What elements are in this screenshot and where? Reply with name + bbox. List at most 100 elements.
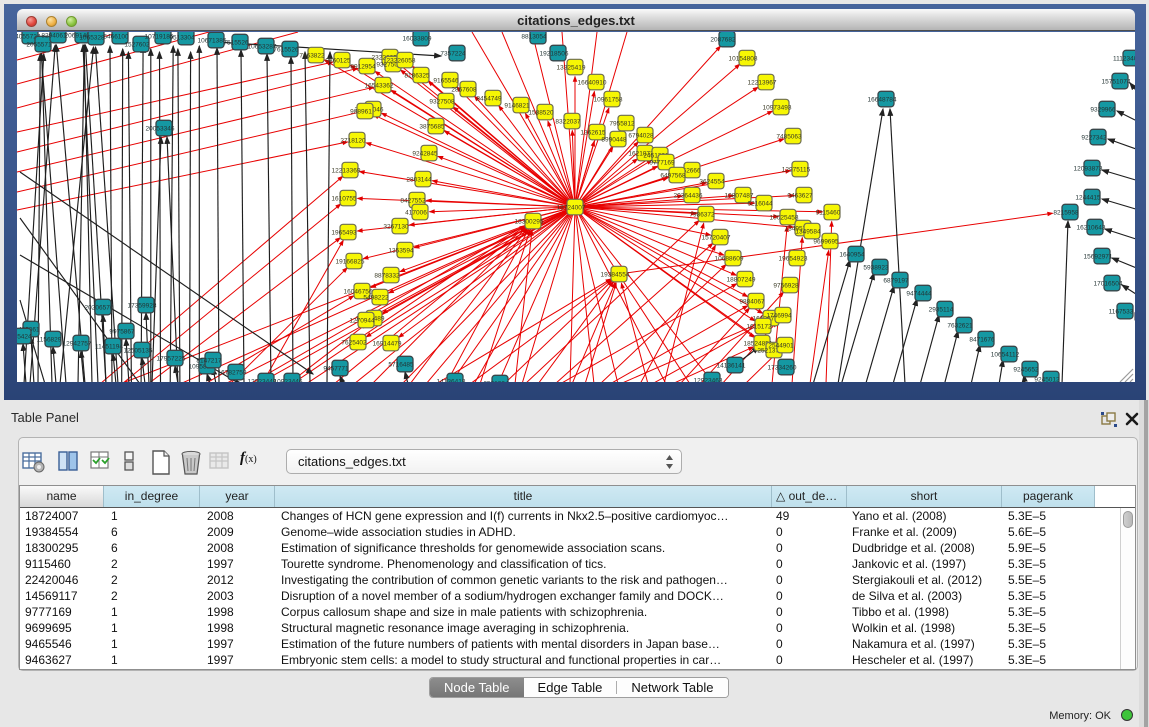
svg-text:17359928: 17359928 bbox=[128, 303, 157, 310]
svg-text:18807249: 18807249 bbox=[727, 277, 756, 284]
svg-text:9146821: 9146821 bbox=[504, 103, 530, 110]
svg-text:9227342: 9227342 bbox=[1081, 135, 1107, 142]
svg-text:10961758: 10961758 bbox=[594, 97, 623, 104]
svg-text:20206576: 20206576 bbox=[85, 305, 114, 312]
svg-text:14136418: 14136418 bbox=[437, 379, 466, 383]
svg-text:1156829: 1156829 bbox=[37, 337, 62, 344]
svg-text:17334260: 17334260 bbox=[768, 365, 797, 372]
svg-text:8454749: 8454749 bbox=[476, 96, 502, 103]
svg-text:10025458: 10025458 bbox=[770, 215, 799, 222]
svg-text:16914479: 16914479 bbox=[373, 341, 402, 348]
svg-text:7625402: 7625402 bbox=[341, 340, 367, 347]
svg-text:1349584: 1349584 bbox=[795, 229, 821, 236]
svg-text:10807487: 10807487 bbox=[725, 193, 754, 200]
svg-text:9777169: 9777169 bbox=[649, 160, 675, 167]
svg-text:9699695: 9699695 bbox=[813, 239, 839, 246]
svg-text:5938923: 5938923 bbox=[863, 265, 889, 272]
svg-text:10973493: 10973493 bbox=[763, 105, 792, 112]
svg-text:2055571: 2055571 bbox=[26, 42, 52, 49]
svg-text:12942757: 12942757 bbox=[63, 341, 92, 348]
svg-text:9242845: 9242845 bbox=[412, 151, 438, 158]
svg-text:16210643: 16210643 bbox=[1077, 225, 1106, 232]
svg-text:6216044: 6216044 bbox=[747, 201, 773, 208]
svg-text:5498222: 5498222 bbox=[363, 295, 389, 302]
svg-text:6879197: 6879197 bbox=[883, 278, 909, 285]
svg-text:1610755: 1610755 bbox=[331, 196, 357, 203]
svg-text:9115460: 9115460 bbox=[816, 210, 841, 217]
svg-text:8215958: 8215958 bbox=[1053, 210, 1079, 217]
svg-text:9756928: 9756928 bbox=[773, 283, 799, 290]
svg-text:18724007: 18724007 bbox=[557, 205, 586, 212]
svg-text:5716485: 5716485 bbox=[388, 362, 414, 369]
svg-text:15692971: 15692971 bbox=[1084, 254, 1113, 261]
svg-text:2867608: 2867608 bbox=[451, 87, 477, 94]
svg-text:6497568: 6497568 bbox=[660, 173, 686, 180]
svg-text:10923446: 10923446 bbox=[274, 379, 303, 383]
svg-text:9245012: 9245012 bbox=[1034, 377, 1060, 383]
svg-text:7515526: 7515526 bbox=[223, 40, 249, 47]
svg-text:13325419: 13325419 bbox=[557, 65, 586, 72]
svg-text:6794028: 6794028 bbox=[628, 133, 654, 140]
svg-text:2087682: 2087682 bbox=[710, 37, 736, 44]
svg-text:7485063: 7485063 bbox=[776, 134, 802, 141]
svg-text:15720407: 15720407 bbox=[702, 235, 731, 242]
svg-text:7955812: 7955812 bbox=[609, 121, 635, 128]
svg-text:16543362: 16543362 bbox=[365, 83, 394, 90]
svg-text:9463627: 9463627 bbox=[787, 193, 813, 200]
svg-text:16033809: 16033809 bbox=[403, 36, 432, 43]
svg-text:9513304: 9513304 bbox=[169, 35, 195, 42]
svg-text:20053346: 20053346 bbox=[146, 126, 175, 133]
svg-text:12975115: 12975115 bbox=[782, 167, 811, 174]
svg-text:1244415: 1244415 bbox=[1075, 195, 1101, 202]
svg-text:8186325: 8186325 bbox=[404, 73, 430, 80]
svg-text:7663822: 7663822 bbox=[299, 53, 325, 60]
svg-text:11123404: 11123404 bbox=[1113, 56, 1135, 63]
svg-text:9329966: 9329966 bbox=[1090, 107, 1116, 114]
svg-text:1640954: 1640954 bbox=[839, 252, 865, 259]
svg-text:8990448: 8990448 bbox=[601, 137, 627, 144]
svg-text:12213369: 12213369 bbox=[332, 168, 361, 175]
svg-text:8878332: 8878332 bbox=[374, 273, 400, 280]
svg-text:12093873: 12093873 bbox=[1074, 166, 1103, 173]
svg-text:9860125: 9860125 bbox=[325, 58, 351, 65]
svg-text:417006: 417006 bbox=[405, 210, 427, 217]
svg-text:8294061: 8294061 bbox=[41, 33, 67, 40]
svg-text:7357224: 7357224 bbox=[440, 51, 466, 58]
svg-text:1362615: 1362615 bbox=[580, 130, 606, 137]
svg-text:8471676: 8471676 bbox=[969, 337, 995, 344]
svg-text:19654923: 19654923 bbox=[779, 256, 808, 263]
svg-text:15751074: 15751074 bbox=[1102, 79, 1131, 86]
svg-text:9884067: 9884067 bbox=[739, 299, 765, 306]
svg-text:18300295: 18300295 bbox=[515, 219, 544, 226]
svg-text:1615172: 1615172 bbox=[746, 324, 772, 331]
svg-text:8912954: 8912954 bbox=[350, 64, 376, 71]
svg-text:10654112: 10654112 bbox=[991, 352, 1020, 359]
svg-text:1527602: 1527602 bbox=[124, 42, 150, 49]
svg-text:11451194: 11451194 bbox=[95, 344, 123, 351]
svg-text:8322037: 8322037 bbox=[555, 119, 581, 126]
svg-text:16648784: 16648784 bbox=[868, 97, 897, 104]
svg-text:6521304: 6521304 bbox=[483, 381, 509, 383]
svg-text:10688609: 10688609 bbox=[715, 256, 744, 263]
svg-text:6466100: 6466100 bbox=[103, 34, 129, 41]
svg-text:1746994: 1746994 bbox=[766, 313, 792, 320]
svg-text:19166825: 19166825 bbox=[336, 259, 365, 266]
svg-text:19218506: 19218506 bbox=[540, 51, 569, 58]
svg-text:2718120: 2718120 bbox=[340, 138, 366, 145]
svg-text:12213967: 12213967 bbox=[748, 80, 777, 87]
svg-text:9975867: 9975867 bbox=[109, 329, 135, 336]
svg-text:8427552: 8427552 bbox=[400, 198, 426, 205]
svg-text:12505135: 12505135 bbox=[124, 348, 153, 355]
svg-text:7615526: 7615526 bbox=[273, 47, 299, 54]
svg-text:16640910: 16640910 bbox=[578, 80, 607, 87]
svg-text:8813054: 8813054 bbox=[521, 34, 547, 41]
svg-text:16782759: 16782759 bbox=[218, 370, 247, 377]
svg-text:2803144: 2803144 bbox=[406, 177, 432, 184]
svg-text:9327508: 9327508 bbox=[429, 99, 455, 106]
svg-text:2935114: 2935114 bbox=[929, 307, 954, 314]
svg-text:2544901: 2544901 bbox=[768, 343, 794, 350]
svg-text:7986372: 7986372 bbox=[689, 212, 715, 219]
svg-text:12923463: 12923463 bbox=[694, 378, 723, 383]
svg-text:12923448: 12923448 bbox=[248, 379, 277, 383]
svg-text:988961: 988961 bbox=[350, 109, 372, 116]
